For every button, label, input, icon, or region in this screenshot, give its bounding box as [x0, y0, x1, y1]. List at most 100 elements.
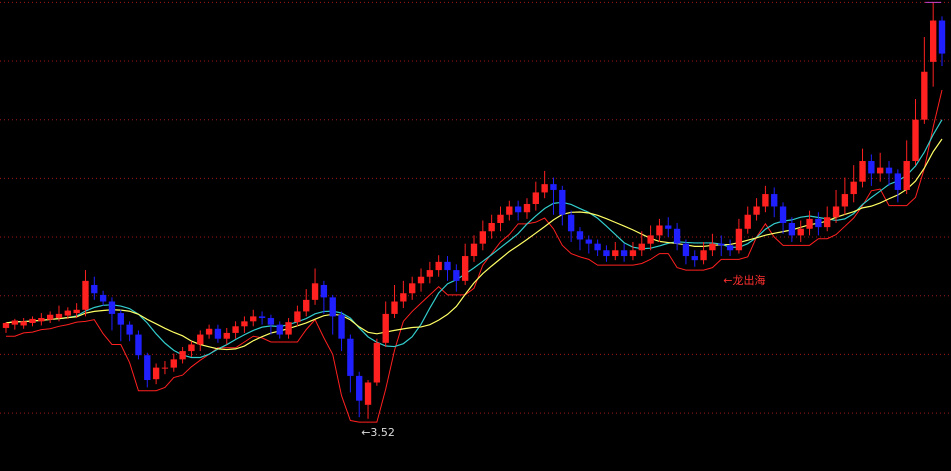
- candle: [506, 200, 513, 221]
- candle-body: [620, 250, 628, 257]
- candle-body: [364, 382, 372, 405]
- candle: [726, 239, 734, 257]
- candle: [894, 169, 902, 203]
- candle: [426, 261, 434, 284]
- candle-body: [373, 342, 381, 383]
- candle-body: [673, 228, 681, 244]
- candlestick-chart: ←3.52 ←龙出海: [0, 1, 951, 439]
- candle: [108, 297, 116, 331]
- candle: [929, 2, 937, 87]
- candle: [258, 311, 266, 325]
- candle-body: [179, 351, 186, 360]
- candle: [841, 177, 849, 215]
- candle-body: [444, 261, 451, 271]
- candle-body: [426, 270, 434, 277]
- candle-body: [241, 321, 248, 327]
- candle: [514, 200, 522, 221]
- candle-body: [232, 326, 239, 333]
- candle: [665, 217, 672, 238]
- candle-body: [188, 344, 195, 352]
- candle-body: [356, 375, 363, 401]
- candle-body: [82, 280, 89, 310]
- candle-body: [73, 309, 80, 314]
- candle: [877, 152, 884, 182]
- candle: [435, 255, 442, 277]
- candle-body: [841, 194, 849, 207]
- candle-body: [29, 318, 36, 323]
- candle: [117, 309, 124, 342]
- candle-body: [214, 328, 222, 339]
- candle: [612, 242, 619, 261]
- candle: [320, 280, 328, 314]
- candle-body: [735, 228, 743, 251]
- candle: [38, 313, 45, 326]
- candle: [718, 235, 725, 257]
- candle-body: [629, 250, 637, 257]
- candle: [223, 327, 230, 345]
- candle: [400, 280, 407, 309]
- candle: [603, 245, 610, 262]
- candle-body: [647, 235, 654, 244]
- candle-body: [585, 239, 592, 244]
- candle-body: [921, 71, 928, 120]
- candle: [585, 235, 592, 254]
- candle-body: [929, 20, 937, 62]
- candle-body: [665, 225, 672, 229]
- chart-stage: ←3.52 ←龙出海: [0, 0, 951, 471]
- candle-body: [338, 314, 345, 339]
- candle: [938, 16, 946, 66]
- candle: [523, 198, 531, 219]
- candle-body: [859, 161, 866, 182]
- candle-body: [391, 301, 398, 314]
- candle-body: [771, 194, 778, 207]
- candle-body: [868, 161, 875, 174]
- candle-body: [461, 256, 469, 281]
- candle: [179, 346, 186, 364]
- candle-body: [726, 245, 734, 251]
- candle-body: [347, 338, 354, 376]
- candle: [700, 242, 707, 265]
- candle-body: [497, 214, 504, 223]
- candle-body: [523, 203, 531, 213]
- candle: [779, 202, 787, 234]
- candle: [691, 250, 698, 267]
- candle: [20, 318, 27, 329]
- candle-body: [488, 223, 495, 232]
- candle: [682, 239, 690, 265]
- candle: [391, 284, 398, 319]
- candle-body: [612, 250, 619, 257]
- candle: [850, 165, 857, 203]
- candle-body: [691, 256, 698, 261]
- candle-body: [311, 283, 319, 300]
- candle: [868, 154, 875, 186]
- candle-body: [779, 206, 787, 223]
- candle: [797, 220, 804, 243]
- candle: [488, 214, 495, 239]
- candle-body: [744, 214, 751, 229]
- candle: [453, 264, 460, 292]
- signal-label: ←龙出海: [723, 273, 765, 287]
- candle-body: [20, 321, 27, 326]
- candle-body: [656, 225, 663, 236]
- candle: [647, 225, 654, 251]
- candle-body: [55, 313, 63, 319]
- candle-body: [135, 334, 142, 356]
- candle: [532, 181, 539, 211]
- candle: [311, 268, 319, 305]
- candle: [753, 198, 760, 221]
- candle-body: [594, 243, 601, 251]
- candle: [550, 177, 557, 215]
- candle: [656, 218, 663, 243]
- candle: [197, 330, 204, 352]
- candle: [559, 185, 566, 226]
- candle-body: [850, 181, 857, 195]
- candle-body: [903, 161, 910, 190]
- candles-layer: [2, 1, 946, 419]
- candle: [709, 233, 716, 257]
- candle: [135, 330, 142, 360]
- candle: [620, 243, 628, 262]
- candle-body: [435, 261, 442, 271]
- candle-body: [576, 231, 584, 240]
- candle-body: [2, 322, 10, 328]
- candle: [824, 206, 831, 232]
